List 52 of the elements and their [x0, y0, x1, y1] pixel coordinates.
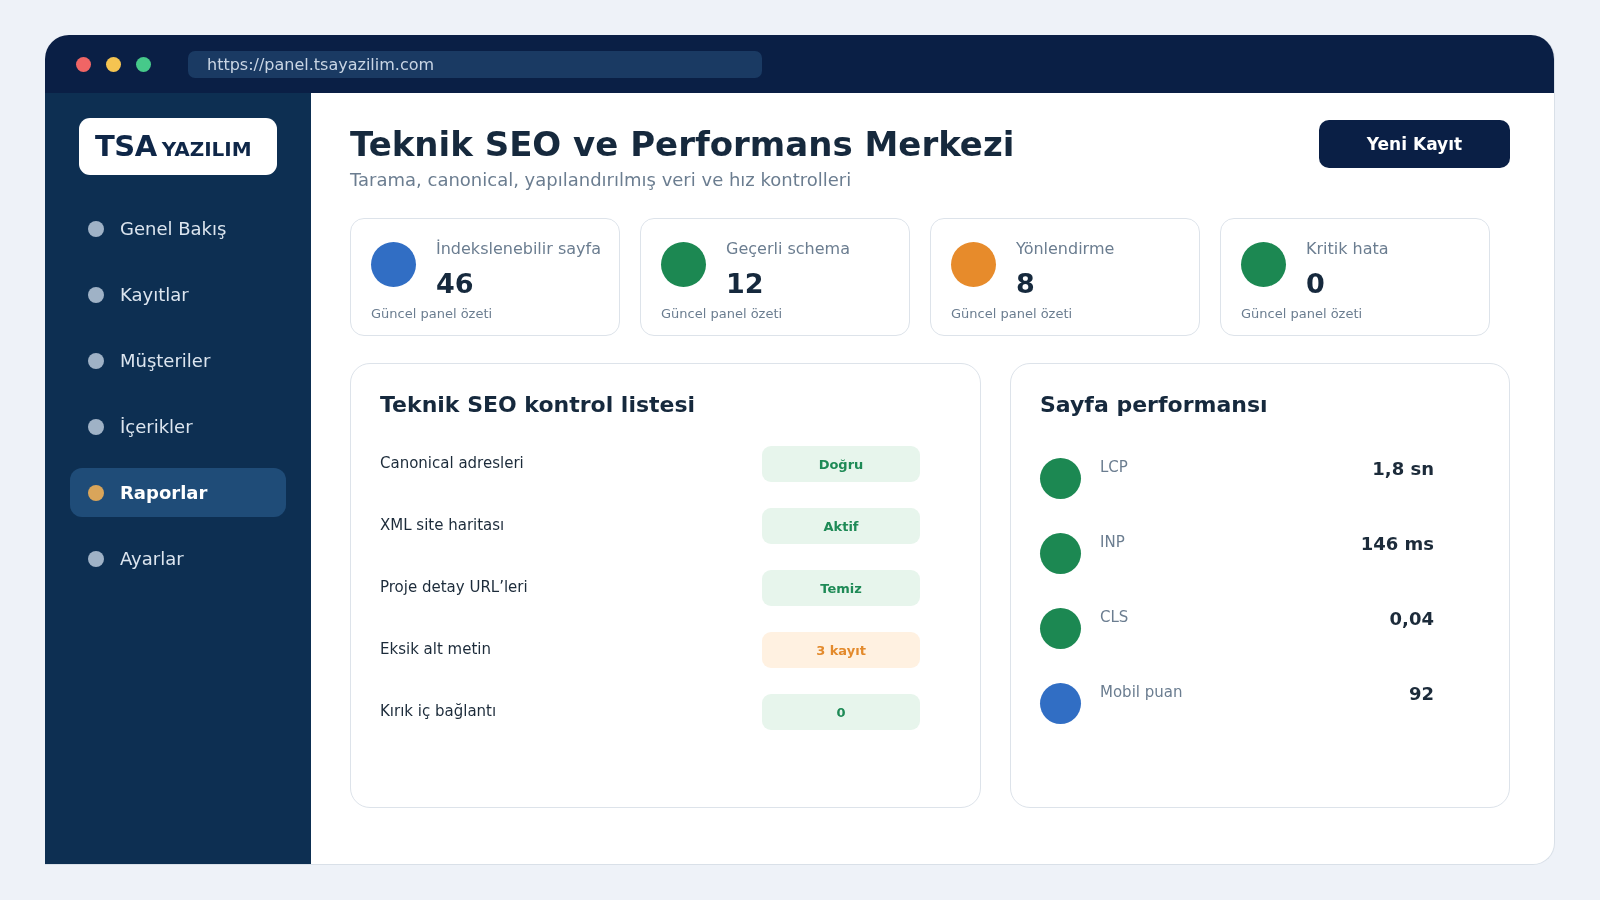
metric-label: LCP: [1100, 458, 1129, 476]
page-title: Teknik SEO ve Performans Merkezi: [350, 123, 1015, 166]
panel-title: Teknik SEO kontrol listesi: [380, 392, 697, 418]
status-badge: 3 kayıt: [762, 632, 920, 668]
stat-label: Kritik hata: [1306, 239, 1389, 259]
metric-value: 1,8 sn: [1372, 458, 1434, 480]
dot-icon: [88, 550, 104, 567]
nav-item[interactable]: Raporlar: [70, 468, 286, 517]
dot-icon: [88, 286, 104, 303]
check-label: Canonical adresleri: [380, 454, 524, 472]
close-button[interactable]: [76, 56, 91, 72]
stat-note: Güncel panel özeti: [371, 306, 494, 322]
status-badge: Aktif: [762, 508, 920, 544]
metric-value: 0,04: [1389, 608, 1434, 630]
status-badge: 0: [762, 694, 920, 730]
metric-label: CLS: [1100, 608, 1130, 626]
minimize-button[interactable]: [106, 56, 121, 72]
stat-value: 12: [726, 267, 765, 301]
maximize-button[interactable]: [136, 56, 151, 72]
check-label: Eksik alt metin: [380, 640, 491, 658]
logo: TSA YAZILIM: [79, 118, 277, 175]
address-bar[interactable]: https://panel.tsayazilim.com: [188, 50, 762, 78]
metric-value: 92: [1408, 683, 1434, 705]
dot-icon: [88, 220, 104, 237]
status-badge: Doğru: [762, 446, 920, 482]
metric-label: Mobil puan: [1100, 683, 1184, 701]
stat-label: Yönlendirme: [1016, 239, 1115, 259]
check-label: Proje detay URL’leri: [380, 578, 528, 596]
panel-title: Sayfa performansı: [1040, 392, 1269, 418]
dot-icon: [88, 352, 104, 369]
metric-label: INP: [1100, 533, 1126, 551]
metric-value: 146 ms: [1360, 533, 1434, 555]
stat-value: 8: [1016, 267, 1036, 301]
nav-item[interactable]: Kayıtlar: [70, 270, 286, 319]
stat-note: Güncel panel özeti: [661, 306, 784, 322]
new-record-button[interactable]: Yeni Kayıt: [1319, 120, 1510, 168]
page-subtitle: Tarama, canonical, yapılandırılmış veri ve hız kontrolleri: [350, 169, 853, 191]
stat-label: İndekslenebilir sayfa: [436, 239, 601, 259]
stat-note: Güncel panel özeti: [1241, 306, 1364, 322]
stat-value: 46: [436, 267, 475, 301]
stat-value: 0: [1306, 267, 1326, 301]
dot-icon: [88, 418, 104, 435]
stat-note: Güncel panel özeti: [951, 306, 1074, 322]
dot-icon: [88, 484, 104, 501]
stat-label: Geçerli schema: [726, 239, 850, 259]
nav-item[interactable]: Müşteriler: [70, 336, 286, 385]
nav-item[interactable]: Genel Bakış: [70, 204, 286, 253]
status-badge: Temiz: [762, 570, 920, 606]
check-label: Kırık iç bağlantı: [380, 702, 497, 720]
check-label: XML site haritası: [380, 516, 505, 534]
nav-item[interactable]: Ayarlar: [70, 534, 286, 583]
nav-item[interactable]: İçerikler: [70, 402, 286, 451]
